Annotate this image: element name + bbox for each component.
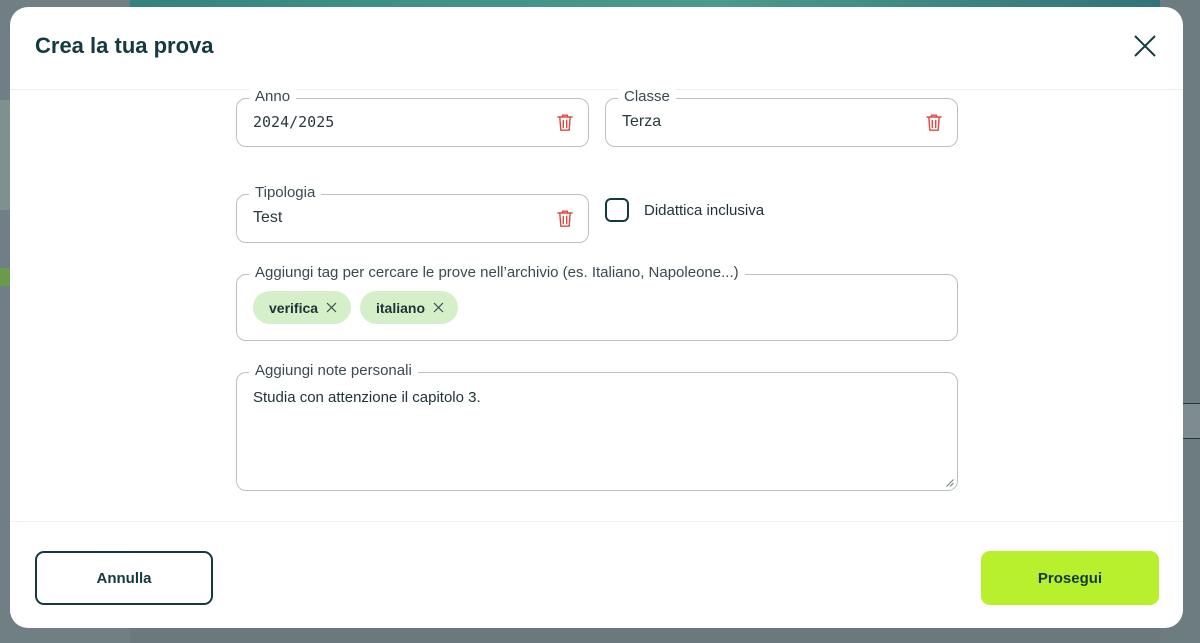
classe-clear-button[interactable]: [925, 113, 943, 133]
close-icon: [1134, 35, 1156, 57]
tags-field[interactable]: Aggiungi tag per cercare le prove nell’a…: [236, 264, 958, 341]
trash-icon: [926, 114, 942, 131]
continue-button[interactable]: Prosegui: [981, 551, 1159, 605]
anno-clear-button[interactable]: [556, 113, 574, 133]
didattica-inclusiva-checkbox[interactable]: [605, 198, 629, 222]
tipologia-field[interactable]: Tipologia Test: [236, 184, 589, 243]
tag-remove-button[interactable]: [326, 302, 337, 313]
anno-field[interactable]: Anno 2024/2025: [236, 88, 589, 147]
didattica-inclusiva-option[interactable]: Didattica inclusiva: [605, 198, 805, 224]
dialog-title: Crea la tua prova: [35, 33, 214, 58]
notes-textarea[interactable]: Aggiungi note personali Studia con atten…: [236, 362, 958, 491]
trash-icon: [557, 114, 573, 131]
tipologia-label: Tipologia: [249, 184, 322, 202]
create-test-dialog: Crea la tua prova Anno 2024/2025 Classe …: [10, 7, 1183, 628]
classe-field[interactable]: Classe Terza: [605, 88, 958, 147]
notes-value: Studia con attenzione il capitolo 3.: [253, 389, 481, 406]
resize-handle-icon[interactable]: [946, 479, 954, 487]
dialog-body: Anno 2024/2025 Classe Terza Tipologia Te…: [10, 88, 1183, 521]
cancel-button[interactable]: Annulla: [35, 551, 213, 605]
anno-label: Anno: [249, 88, 297, 106]
anno-value: 2024/2025: [253, 113, 335, 131]
dialog-footer: Annulla Prosegui: [10, 521, 1183, 628]
tag-chip: verifica: [253, 291, 352, 324]
tags-label: Aggiungi tag per cercare le prove nell’a…: [249, 264, 745, 282]
didattica-inclusiva-label: Didattica inclusiva: [644, 202, 765, 219]
dialog-header: Crea la tua prova: [10, 7, 1183, 90]
close-icon: [326, 302, 337, 313]
tag-remove-button[interactable]: [433, 302, 444, 313]
tag-chip-label: verifica: [269, 299, 319, 316]
close-icon: [433, 302, 444, 313]
close-button[interactable]: [1132, 33, 1158, 59]
tipologia-value: Test: [253, 209, 283, 226]
trash-icon: [557, 210, 573, 227]
tag-chip-label: italiano: [376, 299, 426, 316]
notes-label: Aggiungi note personali: [249, 362, 418, 380]
tag-chip: italiano: [360, 291, 459, 324]
classe-label: Classe: [618, 88, 676, 106]
background-bottom: [130, 628, 1160, 643]
classe-value: Terza: [622, 113, 662, 130]
tipologia-clear-button[interactable]: [556, 209, 574, 229]
